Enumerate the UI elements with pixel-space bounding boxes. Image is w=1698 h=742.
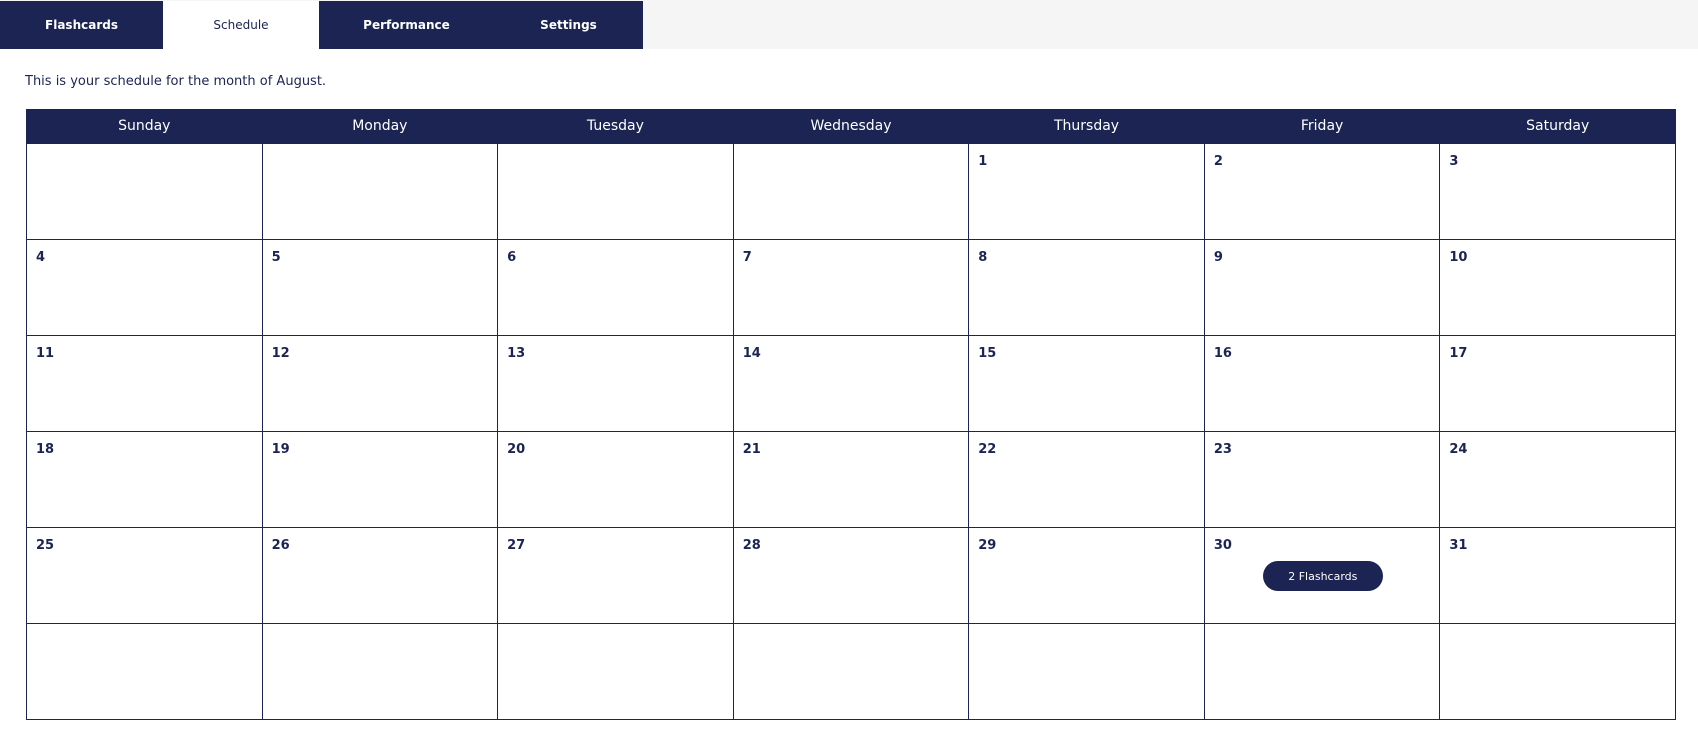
calendar-week-row: 11 12 13 14 15 16 17 bbox=[26, 335, 1676, 432]
calendar-day-cell: 2 bbox=[1203, 143, 1441, 240]
day-number: 5 bbox=[271, 250, 281, 265]
calendar-week-row: 18 19 20 21 22 23 24 bbox=[26, 431, 1676, 528]
calendar-day-cell: 21 bbox=[732, 431, 970, 528]
calendar-day-cell: 16 bbox=[1203, 335, 1441, 432]
weekday-header-row: Sunday Monday Tuesday Wednesday Thursday… bbox=[26, 109, 1676, 144]
tab-settings[interactable]: Settings bbox=[494, 1, 643, 49]
calendar-day-cell bbox=[968, 623, 1205, 720]
day-number: 14 bbox=[742, 346, 761, 361]
flashcards-event-button[interactable]: 2 Flashcards bbox=[1262, 561, 1383, 591]
day-number: 28 bbox=[742, 538, 761, 553]
calendar-day-cell: 25 bbox=[26, 527, 263, 624]
day-number: 12 bbox=[271, 346, 290, 361]
calendar-day-cell: 23 bbox=[1203, 431, 1441, 528]
calendar-day-cell: 14 bbox=[732, 335, 970, 432]
day-number: 15 bbox=[978, 346, 997, 361]
calendar-day-cell: 11 bbox=[26, 335, 263, 432]
calendar-day-cell: 17 bbox=[1439, 335, 1676, 432]
day-number: 17 bbox=[1449, 346, 1468, 361]
tab-schedule[interactable]: Schedule bbox=[163, 1, 319, 49]
calendar-day-cell bbox=[1439, 623, 1676, 720]
day-number: 8 bbox=[978, 250, 988, 265]
calendar-day-cell bbox=[261, 623, 499, 720]
day-number: 25 bbox=[36, 538, 55, 553]
calendar-day-cell bbox=[497, 623, 734, 720]
day-number: 27 bbox=[507, 538, 526, 553]
day-number: 22 bbox=[978, 442, 997, 457]
day-number: 29 bbox=[978, 538, 997, 553]
calendar-day-cell: 8 bbox=[968, 239, 1205, 336]
day-number: 18 bbox=[36, 442, 55, 457]
calendar-day-cell bbox=[497, 143, 734, 240]
calendar-week-row: 25 26 27 28 29 30 2 Flashcards 31 bbox=[26, 527, 1676, 624]
calendar-day-cell: 26 bbox=[261, 527, 499, 624]
calendar-day-cell: 12 bbox=[261, 335, 499, 432]
calendar-day-cell bbox=[732, 143, 970, 240]
day-number: 23 bbox=[1213, 442, 1232, 457]
calendar-day-cell: 19 bbox=[261, 431, 499, 528]
tab-bar: Flashcards Schedule Performance Settings bbox=[0, 0, 1698, 49]
calendar-day-cell: 22 bbox=[968, 431, 1205, 528]
calendar-day-cell: 20 bbox=[497, 431, 734, 528]
day-number: 21 bbox=[742, 442, 761, 457]
day-number: 11 bbox=[36, 346, 55, 361]
calendar-day-cell: 1 bbox=[968, 143, 1205, 240]
calendar-day-cell: 5 bbox=[261, 239, 499, 336]
calendar-day-cell bbox=[261, 143, 499, 240]
calendar-week-row: 4 5 6 7 8 9 10 bbox=[26, 239, 1676, 336]
calendar-day-cell: 24 bbox=[1439, 431, 1676, 528]
calendar-day-cell: 6 bbox=[497, 239, 734, 336]
calendar-day-cell bbox=[26, 143, 263, 240]
tab-performance[interactable]: Performance bbox=[319, 1, 494, 49]
schedule-intro-text: This is your schedule for the month of A… bbox=[25, 74, 327, 89]
calendar-day-cell: 10 bbox=[1439, 239, 1676, 336]
calendar-day-cell: 7 bbox=[732, 239, 970, 336]
calendar-day-cell bbox=[1203, 623, 1441, 720]
day-number: 26 bbox=[271, 538, 290, 553]
day-number: 13 bbox=[507, 346, 526, 361]
day-number: 16 bbox=[1213, 346, 1232, 361]
calendar-day-cell: 27 bbox=[497, 527, 734, 624]
day-number: 30 bbox=[1213, 538, 1232, 553]
day-number: 10 bbox=[1449, 250, 1468, 265]
calendar-day-cell: 9 bbox=[1203, 239, 1441, 336]
day-number: 2 bbox=[1213, 154, 1223, 169]
day-number: 6 bbox=[507, 250, 517, 265]
calendar-day-cell: 30 2 Flashcards bbox=[1203, 527, 1441, 624]
day-number: 24 bbox=[1449, 442, 1468, 457]
day-number: 1 bbox=[978, 154, 988, 169]
calendar-day-cell: 13 bbox=[497, 335, 734, 432]
calendar-day-cell: 4 bbox=[26, 239, 263, 336]
calendar-day-cell: 29 bbox=[968, 527, 1205, 624]
calendar-day-cell: 15 bbox=[968, 335, 1205, 432]
day-number: 19 bbox=[271, 442, 290, 457]
day-number: 20 bbox=[507, 442, 526, 457]
day-number: 3 bbox=[1449, 154, 1459, 169]
calendar-day-cell: 31 bbox=[1439, 527, 1676, 624]
weekday-wednesday: Wednesday bbox=[732, 109, 970, 144]
calendar-day-cell: 3 bbox=[1439, 143, 1676, 240]
day-number: 4 bbox=[36, 250, 46, 265]
day-number: 31 bbox=[1449, 538, 1468, 553]
weekday-monday: Monday bbox=[261, 109, 499, 144]
weekday-thursday: Thursday bbox=[968, 109, 1205, 144]
calendar-day-cell: 18 bbox=[26, 431, 263, 528]
weekday-saturday: Saturday bbox=[1439, 109, 1676, 144]
weekday-friday: Friday bbox=[1203, 109, 1441, 144]
calendar-day-cell: 28 bbox=[732, 527, 970, 624]
tab-flashcards[interactable]: Flashcards bbox=[0, 1, 163, 49]
day-number: 7 bbox=[742, 250, 752, 265]
weekday-sunday: Sunday bbox=[26, 109, 263, 144]
calendar-day-cell bbox=[732, 623, 970, 720]
calendar-grid: Sunday Monday Tuesday Wednesday Thursday… bbox=[26, 109, 1676, 720]
calendar-day-cell bbox=[26, 623, 263, 720]
day-number: 9 bbox=[1213, 250, 1223, 265]
calendar-week-row: 1 2 3 bbox=[26, 143, 1676, 240]
calendar-week-row bbox=[26, 623, 1676, 720]
weekday-tuesday: Tuesday bbox=[497, 109, 734, 144]
